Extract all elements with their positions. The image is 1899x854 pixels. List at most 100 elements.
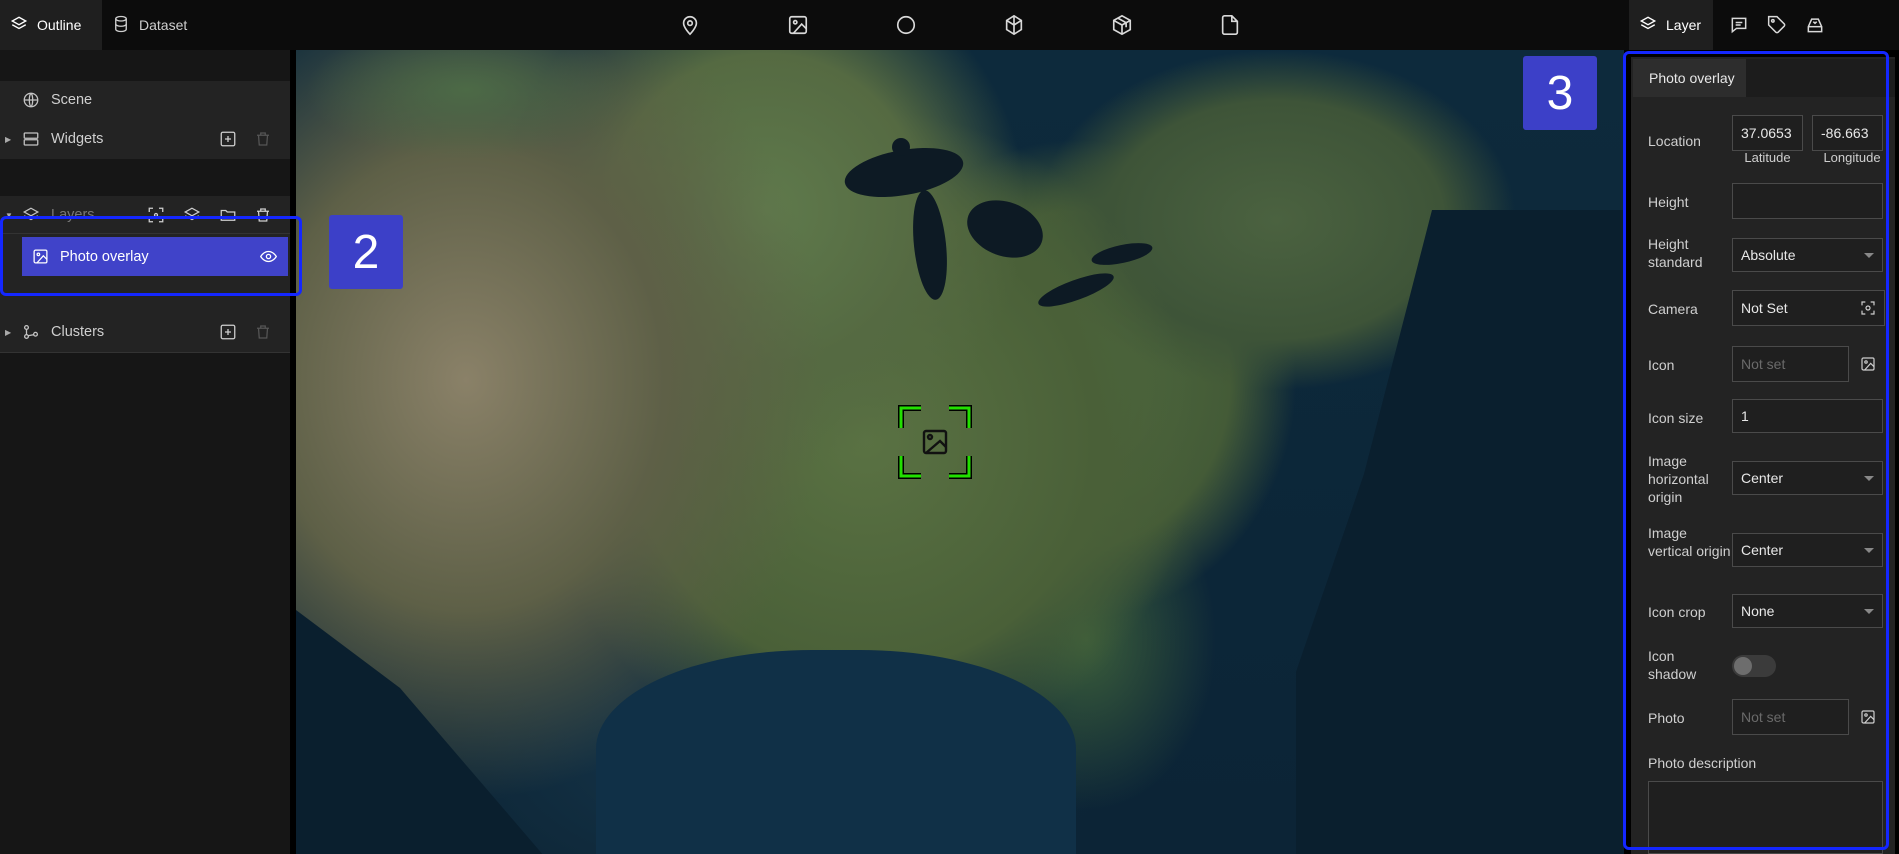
layers-icon <box>1639 15 1657 36</box>
tab-photo-overlay[interactable]: Photo overlay <box>1633 59 1746 97</box>
tab-outline-label: Outline <box>37 17 82 33</box>
photo-overlay-marker[interactable] <box>897 404 973 480</box>
icon-input[interactable]: Not set <box>1732 346 1849 382</box>
map-viewport[interactable] <box>296 50 1624 854</box>
image-icon <box>32 248 49 265</box>
v-origin-select[interactable]: Center <box>1732 533 1883 567</box>
marker-icon[interactable] <box>679 14 701 36</box>
icon-crop-label: Icon crop <box>1648 604 1706 620</box>
capture-camera-icon[interactable] <box>1860 300 1876 316</box>
lake-huron <box>959 190 1051 268</box>
scene-label: Scene <box>51 92 93 108</box>
outline-layers[interactable]: ▼ Layers <box>0 196 290 234</box>
layer-item-label: Photo overlay <box>60 248 149 265</box>
v-origin-label: Image vertical origin <box>1648 525 1731 559</box>
tab-layer[interactable]: Layer <box>1629 0 1713 50</box>
model-icon[interactable] <box>1111 14 1133 36</box>
circle-icon[interactable] <box>895 14 917 36</box>
icon-size-label: Icon size <box>1648 410 1704 426</box>
layers-label: Layers <box>51 207 95 223</box>
h-origin-select[interactable]: Center <box>1732 461 1883 495</box>
annotation-badge-3: 3 <box>1523 56 1597 130</box>
focus-icon[interactable] <box>147 206 165 224</box>
clusters-icon <box>22 323 40 341</box>
comment-icon[interactable] <box>1729 15 1749 35</box>
widgets-label: Widgets <box>51 131 104 147</box>
longitude-input[interactable]: -86.663 <box>1812 115 1883 151</box>
atlantic-ocean <box>1296 210 1624 854</box>
outline-scene[interactable]: Scene <box>0 81 290 119</box>
lake-nipigon <box>892 138 910 156</box>
height-standard-value: Absolute <box>1741 247 1796 263</box>
file-icon[interactable] <box>1219 14 1241 36</box>
tag-icon[interactable] <box>1767 15 1787 35</box>
pick-icon-image-icon[interactable] <box>1860 356 1876 372</box>
widgets-icon <box>22 130 40 148</box>
icon-shadow-label: Icon shadow <box>1648 648 1697 682</box>
h-origin-value: Center <box>1741 470 1784 486</box>
layer-item-photo-overlay[interactable]: Photo overlay <box>22 237 288 276</box>
story-icon[interactable] <box>1805 15 1825 35</box>
image-icon[interactable] <box>787 14 809 36</box>
icon-label: Icon <box>1648 357 1675 373</box>
height-label: Height <box>1648 194 1689 210</box>
outline-panel: Scene ▶ Widgets ▼ Layers ▶ Clusters <box>0 50 290 854</box>
photo-description-label: Photo description <box>1648 755 1757 771</box>
tab-dataset[interactable]: Dataset <box>102 0 197 50</box>
properties-inner: Photo overlay Location 37.0653 -86.663 L… <box>1631 57 1895 854</box>
gulf-of-mexico <box>596 650 1076 854</box>
top-bar: Outline Dataset Layer <box>0 0 1899 50</box>
height-input[interactable] <box>1732 183 1883 219</box>
globe-icon <box>22 91 40 109</box>
chevron-down-icon <box>1864 548 1874 553</box>
divider <box>0 233 290 234</box>
height-standard-label: Height standard <box>1648 236 1703 270</box>
photo-input[interactable]: Not set <box>1732 699 1849 735</box>
camera-field[interactable]: Not Set <box>1732 290 1885 326</box>
expand-caret-icon[interactable]: ▶ <box>5 328 11 337</box>
add-cluster-icon[interactable] <box>219 323 237 341</box>
delete-layer-icon[interactable] <box>254 206 272 224</box>
pick-photo-image-icon[interactable] <box>1860 709 1876 725</box>
icon-size-input[interactable]: 1 <box>1732 399 1883 433</box>
outline-clusters[interactable]: ▶ Clusters <box>0 313 290 351</box>
tab-dataset-label: Dataset <box>139 17 188 33</box>
longitude-label: Longitude <box>1823 150 1881 165</box>
tab-layer-label: Layer <box>1666 17 1702 33</box>
outline-widgets[interactable]: ▶ Widgets <box>0 120 290 158</box>
height-standard-select[interactable]: Absolute <box>1732 238 1883 272</box>
v-origin-value: Center <box>1741 542 1784 558</box>
pacific-ocean <box>296 610 556 854</box>
expand-caret-icon[interactable]: ▶ <box>5 135 11 144</box>
icon-crop-value: None <box>1741 603 1775 619</box>
location-label: Location <box>1648 133 1701 149</box>
photo-label: Photo <box>1648 710 1685 726</box>
eye-icon[interactable] <box>259 248 278 265</box>
add-layer-icon[interactable] <box>183 206 201 224</box>
delete-widget-icon[interactable] <box>254 130 272 148</box>
tab-strip <box>1746 59 1895 97</box>
properties-panel: Photo overlay Location 37.0653 -86.663 L… <box>1625 50 1899 854</box>
chevron-down-icon <box>1864 253 1874 258</box>
database-icon <box>112 15 130 36</box>
polygon-icon[interactable] <box>1003 14 1025 36</box>
tab-outline[interactable]: Outline <box>0 0 102 50</box>
latitude-input[interactable]: 37.0653 <box>1732 115 1803 151</box>
layers-icon <box>22 206 40 224</box>
chevron-down-icon <box>1864 609 1874 614</box>
camera-label: Camera <box>1648 301 1698 317</box>
icon-shadow-toggle[interactable] <box>1732 655 1776 677</box>
photo-description-textarea[interactable] <box>1648 781 1883 854</box>
delete-cluster-icon[interactable] <box>254 323 272 341</box>
collapse-caret-icon[interactable]: ▼ <box>5 211 13 220</box>
folder-icon[interactable] <box>219 206 237 224</box>
latitude-label: Latitude <box>1744 150 1791 165</box>
lake-michigan <box>908 188 952 302</box>
clusters-label: Clusters <box>51 324 105 340</box>
chevron-down-icon <box>1864 476 1874 481</box>
add-widget-icon[interactable] <box>219 130 237 148</box>
camera-value: Not Set <box>1741 300 1788 316</box>
icon-crop-select[interactable]: None <box>1732 594 1883 628</box>
lake-erie <box>1034 266 1118 314</box>
lake-ontario <box>1089 238 1155 270</box>
